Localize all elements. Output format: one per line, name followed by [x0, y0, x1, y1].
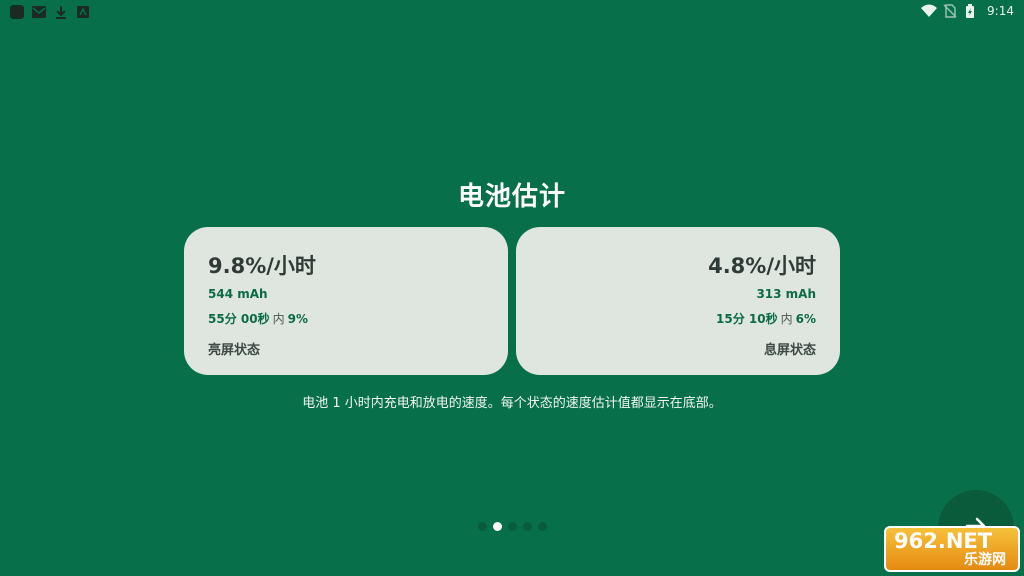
rate-value: 9.8%/小时 — [208, 254, 316, 278]
page-dot-1[interactable] — [478, 522, 487, 531]
state-label: 亮屏状态 — [208, 343, 261, 358]
status-bar-right: 9:14 — [921, 4, 1014, 18]
duration-line: 15分 10秒内 6% — [540, 310, 816, 327]
page-title: 电池估计 — [457, 182, 566, 212]
percent-value: 9% — [287, 312, 308, 326]
page-dot-3[interactable] — [508, 522, 517, 531]
screen-off-card: 4.8%/小时 313 mAh 15分 10秒内 6% 息屏状态 — [516, 227, 840, 375]
screen: 9:14 电池估计 9.8%/小时 544 mAh 55分 00秒内 9% 亮屏状… — [0, 0, 1024, 576]
page-dot-4[interactable] — [523, 522, 532, 531]
page-description: 电池 1 小时内充电和放电的速度。每个状态的速度估计值都显示在底部。 — [302, 396, 722, 411]
gmail-icon — [32, 4, 46, 18]
duration-value: 15分 10秒 — [716, 312, 778, 326]
watermark-bottom-text: 乐游网 — [964, 552, 1006, 568]
duration-line: 55分 00秒内 9% — [208, 310, 484, 327]
app-icon — [10, 4, 24, 19]
no-sim-icon — [943, 4, 957, 18]
watermark-top-text: 962.NET — [894, 529, 993, 553]
watermark-logo: 962.NET 乐游网 — [884, 526, 1020, 572]
store-icon — [76, 4, 90, 18]
status-time: 9:14 — [987, 4, 1014, 18]
rate-value: 4.8%/小时 — [708, 254, 816, 278]
page-indicator — [478, 522, 547, 531]
mah-value: 313 mAh — [756, 287, 816, 301]
status-bar-left — [10, 4, 90, 19]
screen-on-card: 9.8%/小时 544 mAh 55分 00秒内 9% 亮屏状态 — [184, 227, 508, 375]
state-label: 息屏状态 — [763, 343, 816, 358]
within-label: 内 — [272, 312, 285, 326]
within-label: 内 — [780, 312, 793, 326]
page-dot-2[interactable] — [493, 522, 502, 531]
wifi-icon — [921, 4, 938, 18]
status-bar: 9:14 — [0, 0, 1024, 24]
page-dot-5[interactable] — [538, 522, 547, 531]
percent-value: 6% — [795, 312, 816, 326]
download-icon — [54, 4, 68, 19]
duration-value: 55分 00秒 — [208, 312, 270, 326]
battery-icon — [965, 4, 979, 18]
mah-value: 544 mAh — [208, 287, 268, 301]
